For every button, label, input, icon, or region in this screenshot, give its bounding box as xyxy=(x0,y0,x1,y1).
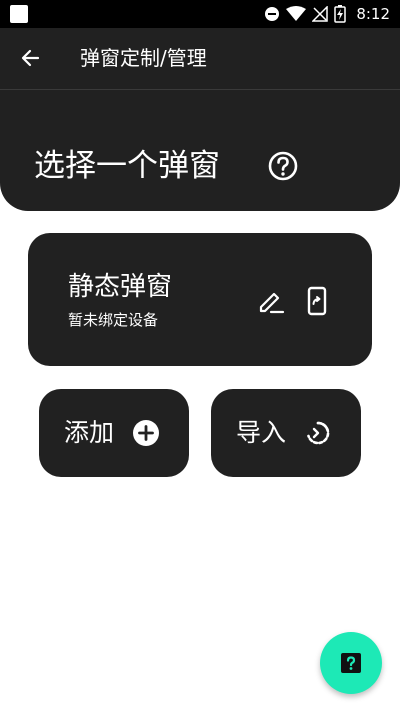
edit-icon xyxy=(259,292,285,314)
do-not-disturb-icon xyxy=(265,7,280,21)
add-button[interactable]: 添加 xyxy=(39,389,189,477)
header-panel: 弹窗定制/管理 选择一个弹窗 xyxy=(0,28,400,211)
battery-charging-icon xyxy=(334,5,347,23)
add-circle-icon xyxy=(133,420,159,446)
edit-button[interactable] xyxy=(256,286,286,316)
app-notification-icon xyxy=(10,5,28,23)
add-button-label: 添加 xyxy=(64,418,115,447)
popup-card[interactable]: 静态弹窗 暂未绑定设备 xyxy=(28,233,372,366)
app-bar-divider xyxy=(0,89,400,90)
popup-card-subtitle: 暂未绑定设备 xyxy=(68,311,159,329)
help-center-icon xyxy=(341,653,361,673)
popup-card-title: 静态弹窗 xyxy=(68,272,173,302)
status-time: 8:12 xyxy=(356,5,390,23)
help-circle-icon xyxy=(268,151,298,181)
help-button[interactable] xyxy=(266,149,300,183)
wifi-icon xyxy=(286,6,307,21)
arrow-back-icon xyxy=(21,49,40,67)
restore-icon xyxy=(307,421,330,445)
bind-device-button[interactable] xyxy=(304,286,330,316)
import-button-label: 导入 xyxy=(236,418,287,447)
help-center-fab[interactable] xyxy=(320,632,382,694)
page-title: 弹窗定制/管理 xyxy=(80,46,207,70)
back-button[interactable] xyxy=(12,42,48,74)
import-button[interactable]: 导入 xyxy=(211,389,361,477)
phone-link-icon xyxy=(307,286,327,316)
no-signal-icon xyxy=(312,6,329,22)
section-title: 选择一个弹窗 xyxy=(34,148,220,184)
status-icons: 8:12 xyxy=(264,0,390,28)
status-bar: 8:12 xyxy=(0,0,400,28)
